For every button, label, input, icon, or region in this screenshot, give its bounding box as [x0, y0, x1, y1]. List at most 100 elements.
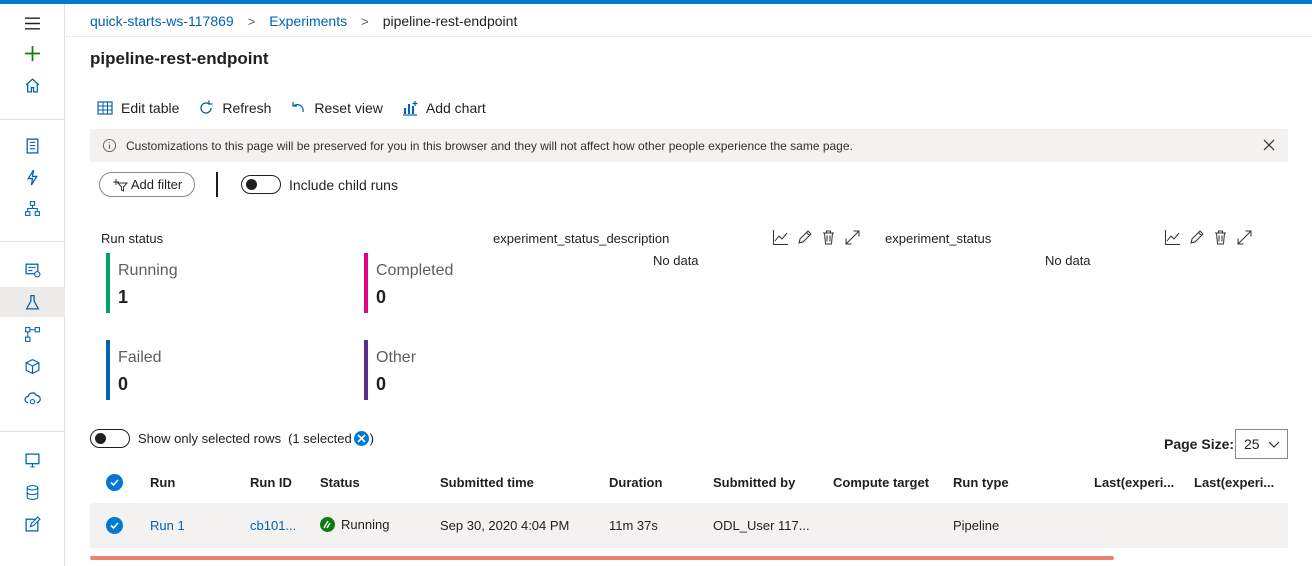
- column-header-run-type[interactable]: Run type: [953, 475, 1009, 490]
- column-header-last-experiment-2[interactable]: Last(experi...: [1194, 475, 1274, 490]
- column-header-compute-target[interactable]: Compute target: [833, 475, 929, 490]
- show-selected-rows-label: Show only selected rows: [138, 431, 282, 446]
- column-header-submitted-by[interactable]: Submitted by: [713, 475, 795, 490]
- column-header-duration[interactable]: Duration: [609, 475, 662, 490]
- column-header-status[interactable]: Status: [320, 475, 360, 490]
- line-chart-icon[interactable]: [772, 229, 789, 246]
- run-name-link[interactable]: Run 1: [150, 518, 185, 533]
- include-child-runs-toggle[interactable]: [241, 175, 281, 194]
- home-icon[interactable]: [0, 70, 65, 100]
- datastores-icon[interactable]: [0, 477, 65, 507]
- expand-icon[interactable]: [1236, 229, 1253, 246]
- show-selected-rows: Show only selected rows (1 selected ): [138, 431, 374, 446]
- show-selected-rows-toggle[interactable]: [90, 429, 130, 448]
- edit-pencil-icon[interactable]: [796, 229, 813, 246]
- header-divider: [66, 36, 1312, 37]
- status-tile-count: 0: [118, 374, 129, 394]
- runs-table-header: Run Run ID Status Submitted time Duratio…: [90, 466, 1288, 502]
- refresh-label: Refresh: [222, 100, 272, 116]
- status-tile-label: Completed: [376, 262, 454, 279]
- edit-table-label: Edit table: [121, 100, 180, 116]
- horizontal-scrollbar[interactable]: [90, 556, 1114, 560]
- clear-selection-icon[interactable]: [353, 431, 369, 446]
- delete-icon[interactable]: [820, 229, 837, 246]
- status-color-bar: [364, 340, 368, 400]
- data-labeling-icon[interactable]: [0, 509, 65, 539]
- filter-icon: [112, 178, 128, 192]
- status-tile-count: 1: [118, 287, 129, 307]
- column-header-run-id[interactable]: Run ID: [250, 475, 292, 490]
- selected-count: (1 selected: [288, 431, 352, 446]
- status-tile-count: 0: [376, 374, 387, 394]
- experiments-icon[interactable]: [0, 287, 65, 317]
- edit-pencil-icon[interactable]: [1188, 229, 1205, 246]
- delete-icon[interactable]: [1212, 229, 1229, 246]
- page-size-label: Page Size:: [1164, 436, 1235, 452]
- selected-count-suffix: ): [369, 431, 375, 446]
- chevron-down-icon: [1268, 441, 1280, 448]
- status-tile-failed[interactable]: Failed 0: [106, 340, 306, 400]
- chart-no-data: No data: [653, 253, 699, 268]
- info-icon: [102, 138, 117, 153]
- expand-icon[interactable]: [844, 229, 861, 246]
- automated-ml-icon[interactable]: [0, 162, 65, 192]
- run-id-link[interactable]: cb101...: [250, 518, 296, 533]
- breadcrumb-separator: >: [361, 13, 369, 29]
- compute-icon[interactable]: [0, 445, 65, 475]
- banner-text: Customizations to this page will be pres…: [126, 138, 853, 153]
- table-icon: [97, 101, 113, 115]
- top-accent-bar: [0, 0, 1312, 4]
- status-tile-running[interactable]: Running 1: [106, 253, 306, 313]
- edit-table-button[interactable]: Edit table: [96, 99, 179, 117]
- notebooks-icon[interactable]: [0, 130, 65, 160]
- left-nav-rail: [0, 4, 65, 566]
- refresh-icon: [200, 100, 213, 114]
- run-status-title: Run status: [101, 231, 164, 246]
- breadcrumb: quick-starts-ws-117869 > Experiments > p…: [90, 12, 517, 30]
- reset-view-button[interactable]: Reset view: [289, 99, 383, 117]
- line-chart-icon[interactable]: [1164, 229, 1181, 246]
- status-tile-label: Failed: [118, 349, 162, 366]
- breadcrumb-experiments-link[interactable]: Experiments: [269, 13, 347, 29]
- status-color-bar: [106, 340, 110, 400]
- designer-icon[interactable]: [0, 193, 65, 223]
- page-size-dropdown[interactable]: 25: [1235, 429, 1288, 459]
- select-all-checkbox[interactable]: [106, 474, 123, 491]
- breadcrumb-current: pipeline-rest-endpoint: [382, 13, 518, 29]
- include-child-runs-label: Include child runs: [289, 177, 398, 193]
- datasets-icon[interactable]: [0, 254, 65, 284]
- create-new-icon[interactable]: [0, 38, 65, 68]
- hamburger-menu-icon[interactable]: [0, 8, 65, 38]
- column-header-last-experiment-1[interactable]: Last(experi...: [1094, 475, 1174, 490]
- page-size-value: 25: [1244, 436, 1260, 452]
- chart-actions: [1164, 229, 1260, 246]
- table-row[interactable]: Run 1 cb101... Running Sep 30, 2020 4:04…: [90, 503, 1288, 548]
- bar-chart-icon: [402, 101, 418, 116]
- pipelines-icon[interactable]: [0, 319, 65, 349]
- close-icon[interactable]: [1262, 138, 1276, 152]
- breadcrumb-workspace-link[interactable]: quick-starts-ws-117869: [90, 13, 234, 29]
- status-tile-label: Running: [118, 262, 178, 279]
- refresh-button[interactable]: Refresh: [197, 99, 271, 117]
- reset-view-label: Reset view: [314, 100, 383, 116]
- endpoints-icon[interactable]: [0, 383, 65, 413]
- column-header-run[interactable]: Run: [150, 475, 175, 490]
- models-icon[interactable]: [0, 351, 65, 381]
- status-tile-other[interactable]: Other 0: [364, 340, 564, 400]
- add-chart-label: Add chart: [425, 100, 486, 116]
- status-tile-completed[interactable]: Completed 0: [364, 253, 564, 313]
- add-chart-button[interactable]: Add chart: [401, 99, 486, 117]
- undo-icon: [292, 102, 305, 113]
- status-tile-count: 0: [376, 287, 387, 307]
- page-title: pipeline-rest-endpoint: [90, 49, 269, 68]
- breadcrumb-separator: >: [247, 13, 256, 29]
- row-select-checkbox[interactable]: [106, 517, 123, 534]
- chart-title: experiment_status_description: [493, 231, 670, 246]
- submitted-by-cell: ODL_User 117...: [713, 518, 810, 533]
- status-tile-label: Other: [376, 349, 417, 366]
- running-status-icon: [320, 517, 335, 532]
- add-filter-button[interactable]: Add filter: [99, 172, 195, 197]
- column-header-submitted-time[interactable]: Submitted time: [440, 475, 534, 490]
- run-status-cell: Running: [320, 517, 389, 532]
- command-toolbar: Edit table Refresh Reset view Add chart: [96, 97, 504, 119]
